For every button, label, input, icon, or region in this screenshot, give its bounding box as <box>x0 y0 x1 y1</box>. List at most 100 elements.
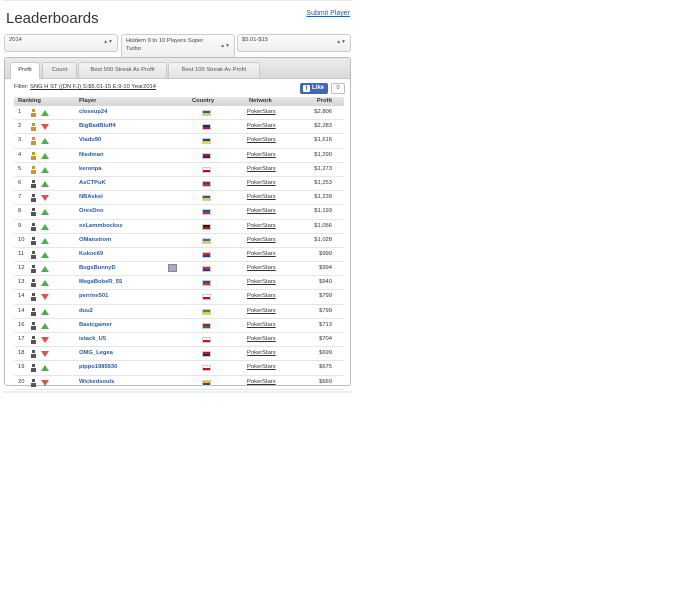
network-link[interactable]: PokerStars <box>247 333 276 346</box>
network-link[interactable]: PokerStars <box>247 149 276 162</box>
rank: 17 <box>18 336 25 342</box>
tab-best-500-streak[interactable]: Best 500 Streak Av Profit <box>78 62 167 78</box>
network-link[interactable]: PokerStars <box>247 248 276 261</box>
facebook-like-button[interactable]: f Like <box>300 83 328 94</box>
stakes-select[interactable]: $5.01-$15 ▲▼ <box>237 34 351 52</box>
rank: 14 <box>18 307 25 314</box>
player-link[interactable]: NBAskel <box>79 191 103 204</box>
network-link[interactable]: PokerStars <box>247 134 276 147</box>
tab-profit[interactable]: Profit <box>10 62 40 79</box>
network-link[interactable]: PokerStars <box>247 305 276 318</box>
profit-value: $799 <box>319 307 332 314</box>
player-link[interactable]: xxLammbockxx <box>79 220 123 233</box>
player-link[interactable]: pippo1985930 <box>79 361 117 374</box>
header-network[interactable]: Network <box>249 97 272 106</box>
rank: 20 <box>18 378 25 385</box>
header-player[interactable]: Player <box>79 97 96 106</box>
network-link[interactable]: PokerStars <box>247 276 276 289</box>
country-flag-icon <box>202 308 211 315</box>
player-link[interactable]: perrine501 <box>79 290 108 303</box>
profit-value: $713 <box>319 321 332 328</box>
player-link[interactable]: istack_U5 <box>79 333 106 346</box>
tab-count[interactable]: Count <box>42 62 77 78</box>
network-link[interactable]: PokerStars <box>247 205 276 218</box>
trend-down-icon <box>41 195 49 202</box>
network-link[interactable]: PokerStars <box>247 177 276 190</box>
like-count: 0 <box>331 83 345 94</box>
profit-value: $1,616 <box>314 137 332 144</box>
trend-up-icon <box>41 251 49 258</box>
player-avatar-icon <box>31 279 36 288</box>
header-profit[interactable]: Profit <box>317 97 332 106</box>
country-flag-icon <box>202 180 211 187</box>
table-row: 18 OMG_Legea PokerStars $699 <box>14 347 344 362</box>
player-link[interactable]: OrexDno <box>79 205 103 218</box>
player-link[interactable]: closeup24 <box>79 106 107 119</box>
network-link[interactable]: PokerStars <box>247 191 276 204</box>
network-link[interactable]: PokerStars <box>247 290 276 303</box>
player-link[interactable]: BugsBunnyD <box>79 262 116 275</box>
player-link[interactable]: MegaBobeR_55 <box>79 276 122 289</box>
profit-value: $2,283 <box>314 123 332 130</box>
network-link[interactable]: PokerStars <box>247 234 276 247</box>
player-avatar-icon <box>31 321 36 330</box>
profit-value: $799 <box>319 293 332 300</box>
header-country[interactable]: Country <box>192 97 214 106</box>
filter-link[interactable]: SNG H ST ((DN FJ) S:$5.01-15 E:9-10 Year… <box>30 84 156 90</box>
table-row: 14 perrine501 PokerStars $799 <box>14 290 344 305</box>
tab-best-100-streak[interactable]: Best 100 Streak Av Profit <box>168 62 260 78</box>
player-avatar-icon <box>31 378 36 387</box>
rank: 4 <box>18 151 22 158</box>
profit-value: $669 <box>319 378 332 385</box>
player-link[interactable]: Niedman <box>79 149 103 162</box>
table-row: 12 BugsBunnyD PokerStars $994 <box>14 262 344 277</box>
player-avatar-icon <box>31 250 36 259</box>
table-row: 16 Basicgamer PokerStars $713 <box>14 319 344 333</box>
rank: 11 <box>18 250 25 257</box>
network-link[interactable]: PokerStars <box>247 361 276 374</box>
player-link[interactable]: Wickedsouls <box>79 376 114 389</box>
game-select[interactable]: Holdem 9 to 10 Players Super Turbo ▲▼ <box>121 34 235 58</box>
country-flag-icon <box>202 351 211 358</box>
player-link[interactable]: duu2 <box>79 305 93 318</box>
rank: 1 <box>18 109 22 115</box>
table-row: 6 AsCTPuK PokerStars $1,253 <box>14 177 344 192</box>
network-link[interactable]: PokerStars <box>247 220 276 233</box>
trend-down-icon <box>41 379 49 386</box>
trend-up-icon <box>41 180 49 187</box>
country-flag-icon <box>202 166 211 173</box>
player-avatar-icon <box>31 208 36 217</box>
rank: 10 <box>18 236 25 243</box>
player-link[interactable]: Basicgamer <box>79 319 112 332</box>
player-link[interactable]: Kukoc69 <box>79 248 103 261</box>
leaderboards-page: Leaderboards Submit Player 2014 ▲▼ Holde… <box>3 0 352 393</box>
trend-up-icon <box>41 322 49 329</box>
table-row: 11 Kukoc69 PokerStars $999 <box>14 248 344 263</box>
player-link[interactable]: Vladu90 <box>79 134 101 147</box>
player-link[interactable]: OMG_Legea <box>79 347 113 360</box>
player-link[interactable]: AsCTPuK <box>79 177 106 190</box>
network-link[interactable]: PokerStars <box>247 163 276 176</box>
network-link[interactable]: PokerStars <box>247 106 276 119</box>
player-link[interactable]: keronpa <box>79 163 102 176</box>
country-flag-icon <box>202 294 211 301</box>
profit-value: $940 <box>319 279 332 286</box>
network-link[interactable]: PokerStars <box>247 262 276 275</box>
select-arrows-icon: ▲▼ <box>220 43 230 49</box>
filter-line: Filter: SNG H ST ((DN FJ) S:$5.01-15 E:9… <box>14 84 156 90</box>
profit-value: $999 <box>319 250 332 257</box>
player-link[interactable]: OManstrom <box>79 234 111 247</box>
header-ranking[interactable]: Ranking <box>18 97 41 106</box>
network-link[interactable]: PokerStars <box>247 347 276 360</box>
trend-up-icon <box>41 266 49 273</box>
profit-value: $704 <box>319 336 332 342</box>
player-link[interactable]: BigBadBluff4 <box>79 120 116 133</box>
player-avatar-icon <box>31 123 36 132</box>
network-link[interactable]: PokerStars <box>247 376 276 389</box>
year-select[interactable]: 2014 ▲▼ <box>4 34 118 52</box>
network-link[interactable]: PokerStars <box>247 319 276 332</box>
player-badge-icon <box>168 264 177 273</box>
submit-player-link[interactable]: Submit Player <box>306 10 350 17</box>
trend-down-icon <box>41 124 49 131</box>
network-link[interactable]: PokerStars <box>247 120 276 133</box>
